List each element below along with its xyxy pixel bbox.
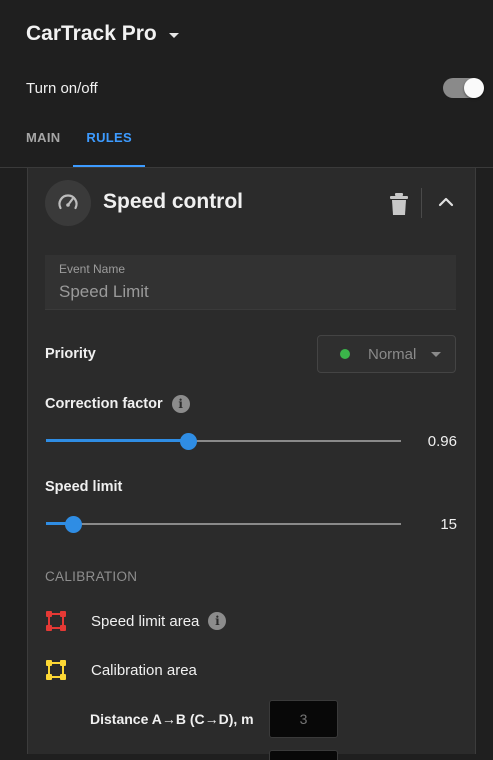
speed-limit-value: 15: [440, 516, 457, 533]
event-name-label: Event Name: [59, 262, 126, 276]
speed-limit-area-row[interactable]: Speed limit area i: [45, 610, 227, 632]
caret-down-icon: [168, 32, 179, 38]
info-icon[interactable]: i: [208, 612, 227, 630]
speed-limit-slider[interactable]: [46, 514, 401, 534]
power-label: Turn on/off: [26, 79, 98, 97]
speed-limit-area-label: Speed limit area: [91, 612, 200, 630]
trash-icon[interactable]: [388, 192, 410, 216]
power-row: Turn on/off: [26, 78, 484, 98]
priority-status-dot: [340, 349, 350, 359]
app-title: CarTrack Pro: [26, 22, 157, 45]
polygon-area-icon: [46, 660, 66, 680]
calibration-area-label: Calibration area: [91, 661, 197, 679]
slider-rail: [46, 523, 401, 525]
caret-down-icon: [431, 352, 441, 357]
toggle-knob: [464, 78, 484, 98]
correction-factor-label: Correction factor: [45, 396, 163, 412]
slider-thumb[interactable]: [64, 516, 82, 533]
rule-title: Speed control: [103, 190, 244, 213]
correction-factor-slider[interactable]: [46, 431, 401, 451]
slider-fill: [46, 439, 188, 442]
header-divider: [421, 188, 422, 218]
calibration-area-row[interactable]: Calibration area: [45, 659, 197, 681]
priority-select[interactable]: Normal: [317, 335, 456, 373]
priority-value: Normal: [368, 345, 417, 363]
event-name-input[interactable]: [59, 282, 439, 302]
event-name-field[interactable]: Event Name: [45, 255, 456, 310]
distance-label: Distance A→B (C→D), m: [90, 711, 254, 727]
app-header: CarTrack Pro Turn on/off MAIN RULES: [0, 0, 493, 168]
distance-input[interactable]: [269, 700, 338, 738]
info-icon[interactable]: i: [171, 395, 190, 413]
tab-main[interactable]: MAIN: [0, 109, 73, 167]
distance-input-next[interactable]: [269, 750, 338, 760]
polygon-area-icon: [46, 611, 66, 631]
priority-label: Priority: [45, 346, 96, 362]
speed-limit-label: Speed limit: [45, 479, 123, 495]
rule-header: Speed control: [28, 168, 475, 238]
correction-factor-value: 0.96: [427, 433, 457, 450]
calibration-section-label: CALIBRATION: [45, 569, 138, 584]
speedometer-icon: [45, 180, 91, 226]
chevron-up-icon[interactable]: [434, 190, 458, 214]
slider-thumb[interactable]: [180, 433, 197, 450]
tab-bar: MAIN RULES: [0, 109, 145, 167]
tab-rules[interactable]: RULES: [73, 109, 145, 167]
correction-factor-row: Correction factor i: [45, 395, 190, 413]
speed-limit-area-label-wrap: Speed limit area i: [91, 612, 227, 630]
power-toggle[interactable]: [443, 78, 484, 98]
app-title-dropdown[interactable]: CarTrack Pro: [26, 22, 179, 46]
rule-panel: Speed control Event Name Priority Normal…: [27, 168, 476, 760]
